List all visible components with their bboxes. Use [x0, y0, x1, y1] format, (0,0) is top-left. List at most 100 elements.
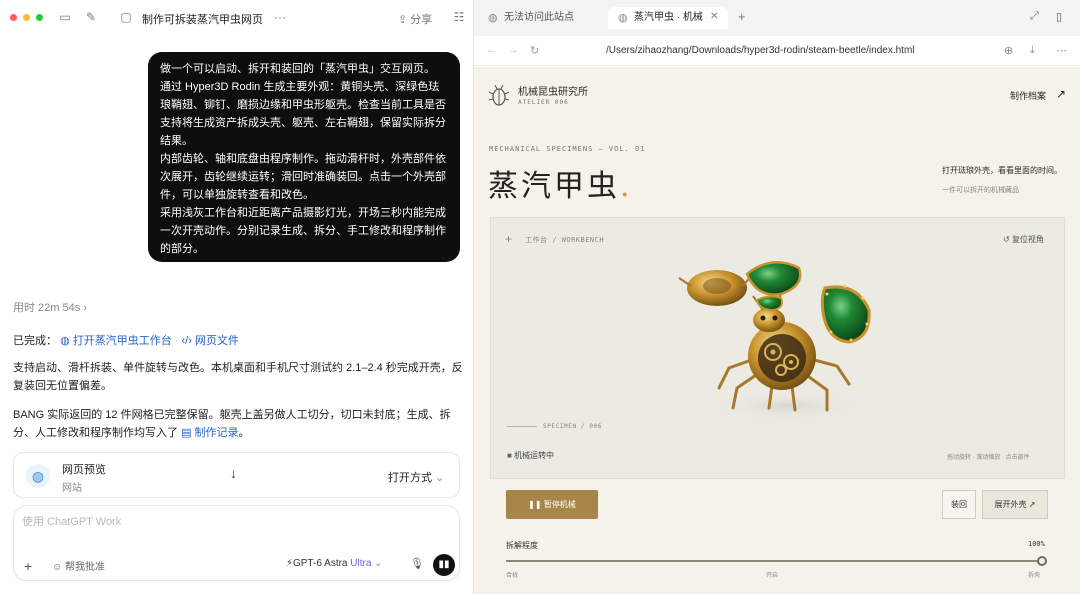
chevron-down-icon: ⌄: [432, 472, 445, 484]
webpage-file-link[interactable]: ‹/› 网页文件: [182, 335, 239, 347]
workbench-stage[interactable]: + 工作台 / WORKBENCH ↺ 复位视角 SPECIMEN / 006 …: [490, 217, 1065, 479]
slider-label: 拆解程度: [506, 541, 538, 550]
arrow-up-right-icon: ↗: [1026, 500, 1036, 509]
message-input[interactable]: [22, 516, 322, 528]
left-elytron[interactable]: [745, 261, 802, 296]
panel-toggle-icon[interactable]: ☷: [452, 10, 466, 24]
pause-button[interactable]: ❚❚ 暂停机械: [506, 490, 598, 519]
model-selector[interactable]: ⚡GPT-6 Astra Ultra ⌄: [286, 558, 383, 569]
composer: + ☺ 帮我批准 ⚡GPT-6 Astra Ultra ⌄ 🎙 ▮▮: [13, 505, 460, 581]
detached-wing-shell[interactable]: [820, 285, 871, 344]
chevron-right-icon: ›: [83, 302, 87, 314]
zoom-window-button[interactable]: [36, 14, 43, 21]
tagline: 打开琺琅外壳，看看里面的时间。: [942, 166, 1062, 175]
new-chat-icon[interactable]: ✎: [84, 10, 98, 24]
tagline-sub: 一件可以拆开的机械藏品: [942, 187, 1019, 194]
more-icon[interactable]: ⋯: [1056, 44, 1067, 57]
brand-subtitle: ATELIER 006: [518, 99, 569, 106]
card-subtitle: 网站: [62, 483, 82, 494]
download-icon[interactable]: ↓: [230, 465, 237, 481]
globe-icon: ◍: [60, 335, 73, 347]
steam-beetle-model[interactable]: [677, 248, 887, 426]
arrow-up-right-icon[interactable]: ↗: [1056, 87, 1066, 101]
user-message-bubble: 做一个可以启动、拆开和装回的「蒸汽甲虫」交互网页。 通过 Hyper3D Rod…: [148, 52, 460, 262]
reset-icon: ↺: [1003, 235, 1012, 244]
scale-label-shell-off: 拆壳: [1028, 573, 1041, 579]
stage-label: 工作台 / WORKBENCH: [525, 236, 605, 244]
specimen-rule: [507, 426, 537, 427]
disassembly-slider[interactable]: [506, 556, 1047, 566]
assistant-paragraph: 支持启动、滑杆拆装、单件旋转与改色。本机桌面和手机尺寸测试约 2.1–2.4 秒…: [13, 362, 463, 392]
completed-line: 已完成： ◍ 打开蒸汽甲虫工作台 · ‹/› 网页文件: [13, 335, 239, 347]
url-field[interactable]: /Users/zihaozhang/Downloads/hyper3d-rodi…: [606, 45, 915, 56]
chat-titlebar: ▭ ✎ ▢ 制作可拆装蒸汽甲虫网页 ··· ⇪ 分享 ☷: [0, 0, 474, 36]
document-icon: ▤: [181, 427, 195, 439]
chat-pane: ▭ ✎ ▢ 制作可拆装蒸汽甲虫网页 ··· ⇪ 分享 ☷ 做一个可以启动、拆开和…: [0, 0, 474, 594]
close-window-button[interactable]: [10, 14, 17, 21]
forward-icon[interactable]: →: [508, 44, 519, 56]
chevron-down-icon: ⌄: [371, 558, 383, 569]
production-log-link[interactable]: ▤ 制作记录: [181, 427, 238, 439]
web-page: 机械昆虫研究所 ATELIER 006 制作档案 ↗ MECHANICAL SP…: [474, 67, 1080, 594]
new-tab-icon[interactable]: +: [738, 9, 746, 24]
archive-link[interactable]: 制作档案: [1010, 89, 1046, 102]
address-bar: ← → ↻ /Users/zihaozhang/Downloads/hyper3…: [474, 36, 1080, 66]
elapsed-time-toggle[interactable]: 用时 22m 54s ›: [13, 299, 87, 315]
globe-icon: ◍: [26, 464, 50, 488]
tab-unreachable[interactable]: ◍ 无法访问此站点: [478, 7, 596, 29]
reload-icon[interactable]: ↻: [530, 44, 539, 57]
code-icon: ‹/›: [181, 335, 195, 347]
folder-icon: ▢: [120, 10, 132, 24]
bolt-icon: ⚡: [286, 558, 294, 569]
sidebar-toggle-icon[interactable]: ▭: [58, 10, 72, 24]
hero-title: 蒸汽甲虫.: [488, 169, 633, 204]
user-message-paragraph: 做一个可以启动、拆开和装回的「蒸汽甲虫」交互网页。: [160, 63, 435, 75]
microphone-icon[interactable]: 🎙: [410, 557, 424, 570]
more-options-icon[interactable]: ···: [270, 10, 290, 24]
minimize-window-button[interactable]: [23, 14, 30, 21]
beetle-logo-icon: [488, 84, 510, 107]
status-indicator: ■ 机械运转中: [507, 451, 555, 460]
interaction-hints: 拖动旋转 · 滚动缩放 · 点击部件: [947, 455, 1030, 461]
share-button[interactable]: ⇪ 分享: [398, 11, 432, 27]
chat-title[interactable]: 制作可拆装蒸汽甲虫网页: [142, 11, 263, 27]
specimen-label: SPECIMEN / 006: [543, 423, 602, 430]
brand-name: 机械昆虫研究所: [518, 87, 588, 98]
add-icon[interactable]: ⊕: [1004, 44, 1013, 57]
explode-button[interactable]: 展开外壳 ↗: [982, 490, 1048, 519]
scale-label-closed: 合拢: [506, 573, 519, 579]
user-message-paragraph: 通过 Hyper3D Rodin 生成主要外观：黄铜头壳、深绿色珐琅鞘翅、铆钉、…: [160, 81, 446, 147]
scale-label-open: 开启: [766, 573, 779, 579]
assistant-paragraph: BANG 实际返回的 12 件网格已完整保留。躯壳上盖另做人工切分，切口未封底；…: [13, 409, 451, 439]
open-workbench-link[interactable]: ◍ 打开蒸汽甲虫工作台: [60, 335, 172, 347]
sidebar-icon[interactable]: ▯: [1056, 10, 1062, 23]
assemble-button[interactable]: 装回: [942, 490, 976, 519]
reset-view-button[interactable]: ↺ 复位视角: [1003, 234, 1044, 245]
tab-strip: ◍ 无法访问此站点 ◍ 蒸汽甲虫 · 机械 ✕ + ⤢ ▯: [474, 0, 1080, 36]
slider-thumb[interactable]: [1037, 556, 1047, 566]
expand-icon[interactable]: ⤢: [1030, 10, 1039, 23]
shadow: [707, 390, 867, 422]
web-preview-card[interactable]: ◍ 网页预览 网站 ↓ 打开方式 ⌄: [13, 452, 460, 498]
download-icon[interactable]: ⤓: [1030, 44, 1035, 57]
back-icon[interactable]: ←: [486, 44, 497, 56]
window-controls: [10, 14, 43, 21]
pause-icon: ❚❚: [528, 500, 544, 509]
open-with-dropdown[interactable]: 打开方式 ⌄: [388, 469, 444, 485]
status-dot-icon: ■: [507, 451, 515, 460]
globe-icon: ◍: [618, 12, 628, 24]
control-panel: ❚❚ 暂停机械 装回 展开外壳 ↗ 拆解程度 100% 合拢 开启 拆壳: [490, 479, 1065, 594]
waveform-icon: ▮▮: [438, 559, 450, 570]
approval-toggle[interactable]: ☺ 帮我批准: [52, 558, 105, 573]
voice-mode-button[interactable]: ▮▮: [433, 554, 455, 576]
head-shell[interactable]: [753, 308, 785, 332]
add-attachment-icon[interactable]: +: [24, 558, 32, 574]
browser-pane: ◍ 无法访问此站点 ◍ 蒸汽甲虫 · 机械 ✕ + ⤢ ▯ ← → ↻ /Use…: [474, 0, 1080, 594]
slider-value: 100%: [1028, 540, 1045, 548]
slider-fill: [506, 560, 1042, 562]
approval-icon: ☺: [52, 562, 65, 573]
close-tab-icon[interactable]: ✕: [710, 11, 718, 22]
user-message-paragraph: 内部齿轮、轴和底盘由程序制作。拖动滑杆时，外壳部件依次展开，齿轮继续运转；滑回时…: [160, 153, 446, 201]
hero-dot: .: [620, 169, 633, 204]
card-title: 网页预览: [62, 464, 106, 476]
